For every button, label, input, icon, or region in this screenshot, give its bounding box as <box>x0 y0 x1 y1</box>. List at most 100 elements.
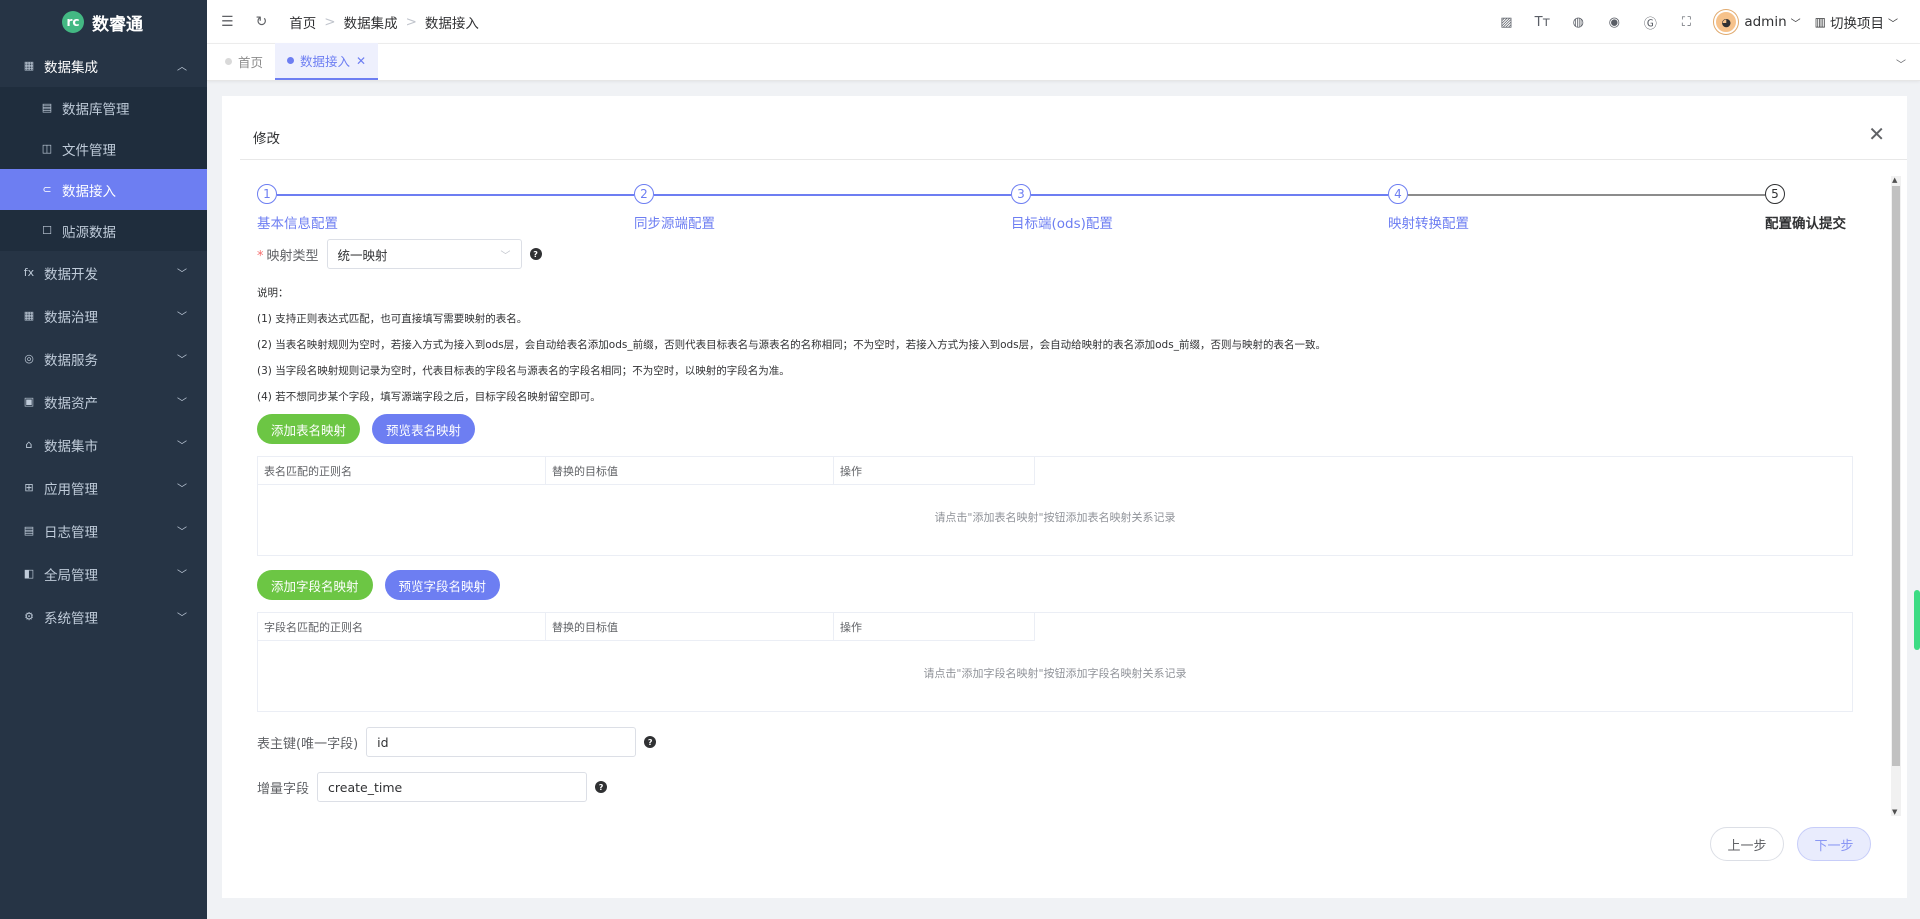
sidebar-group-app-management[interactable]: ⊞ 应用管理 ﹀ <box>0 466 207 509</box>
app-logo[interactable]: rc 数睿通 <box>0 0 207 44</box>
page-scroll-indicator[interactable] <box>1914 590 1920 650</box>
tab-dot <box>287 57 295 64</box>
empty-text: 请点击"添加字段名映射"按钮添加字段名映射关系记录 <box>923 667 1187 680</box>
edit-dialog: 修改 ✕ 1 基本信息配置 2 同步源端配置 3 目标端(ods)配置 4 映射… <box>222 96 1907 898</box>
avatar: ◕ <box>1714 10 1739 34</box>
sidebar-group-data-integration[interactable]: ▦ 数据集成 ︿ <box>0 44 207 87</box>
breadcrumb-home[interactable]: 首页 <box>289 12 316 32</box>
table-header: 字段名匹配的正则名 替换的目标值 操作 <box>258 613 1035 641</box>
step-5[interactable]: 5 配置确认提交 <box>1765 184 1846 232</box>
sidebar-item-database-management[interactable]: ▤ 数据库管理 <box>0 87 207 128</box>
gitee-icon[interactable]: Ⓖ <box>1632 13 1668 32</box>
dialog-title: 修改 <box>253 131 280 147</box>
database-icon: ▤ <box>41 101 53 114</box>
primary-key-row: 表主键(唯一字段) id ? <box>257 726 1887 758</box>
font-size-icon[interactable]: Tт <box>1524 15 1560 30</box>
divider <box>240 159 1907 160</box>
incremental-field-input[interactable]: create_time <box>317 772 588 802</box>
file-icon: ◫ <box>41 142 53 155</box>
chevron-right-icon: > <box>405 13 417 30</box>
github-icon[interactable]: ◉ <box>1596 15 1632 30</box>
step-line <box>1408 194 1765 196</box>
prev-step-button[interactable]: 上一步 <box>1710 827 1784 861</box>
project-label: 切换项目 <box>1830 16 1884 32</box>
sidebar-group-system-management[interactable]: ⚙ 系统管理 ﹀ <box>0 595 207 638</box>
close-icon[interactable]: ✕ <box>356 54 366 68</box>
chevron-down-icon: ﹀ <box>177 398 187 409</box>
primary-key-label: 表主键(唯一字段) <box>257 736 359 752</box>
field-mapping-actions: 添加字段名映射 预览字段名映射 <box>257 570 1887 600</box>
grid-icon: ▦ <box>23 59 35 72</box>
sidebar-group-data-development[interactable]: fx 数据开发 ﹀ <box>0 251 207 294</box>
primary-key-input[interactable]: id <box>366 727 637 757</box>
service-icon: ◎ <box>24 352 34 365</box>
sidebar: rc 数睿通 ▦ 数据集成 ︿ ▤ 数据库管理 ◫ 文件管理 ⊂ 数据接入 ☐ … <box>0 0 207 919</box>
log-icon: ▤ <box>23 524 35 537</box>
preview-table-mapping-button[interactable]: 预览表名映射 <box>372 414 476 444</box>
step-1[interactable]: 1 基本信息配置 <box>257 184 338 232</box>
language-icon[interactable]: ◍ <box>1560 15 1596 30</box>
step-2[interactable]: 2 同步源端配置 <box>634 184 715 232</box>
apps-icon: ⊞ <box>24 481 34 494</box>
link-icon: ⊂ <box>42 183 52 196</box>
chevron-down-icon: ﹀ <box>177 269 187 280</box>
step-line <box>1031 194 1388 196</box>
sidebar-group-global-management[interactable]: ◧ 全局管理 ﹀ <box>0 552 207 595</box>
close-icon[interactable]: ✕ <box>1868 122 1885 146</box>
scrollbar-thumb[interactable] <box>1892 186 1900 766</box>
sidebar-item-data-access[interactable]: ⊂ 数据接入 <box>0 169 207 210</box>
breadcrumb-integration[interactable]: 数据集成 <box>344 12 398 32</box>
tab-data-access[interactable]: 数据接入 ✕ <box>275 43 379 80</box>
chevron-down-icon: ﹀ <box>177 527 187 538</box>
sidebar-item-file-management[interactable]: ◫ 文件管理 <box>0 128 207 169</box>
table-icon: ▦ <box>23 309 35 322</box>
table-header: 表名匹配的正则名 替换的目标值 操作 <box>258 457 1035 485</box>
scrollbar[interactable]: ▲ ▼ <box>1891 176 1901 816</box>
sidebar-group-data-governance[interactable]: ▦ 数据治理 ﹀ <box>0 294 207 337</box>
image-icon[interactable]: ▨ <box>1488 15 1524 30</box>
tab-dot <box>225 58 232 65</box>
user-name: admin <box>1744 14 1787 30</box>
question-icon[interactable]: ? <box>644 736 657 748</box>
app-name: 数睿通 <box>92 14 143 35</box>
settings-icon: ⚙ <box>24 610 34 623</box>
building-icon: ▥ <box>1814 15 1826 29</box>
tags-view: 首页 数据接入 ✕ ﹀ <box>207 43 1920 81</box>
menu-fold-icon[interactable]: ☰ <box>221 14 234 30</box>
steps: 1 基本信息配置 2 同步源端配置 3 目标端(ods)配置 4 映射转换配置 … <box>257 176 1857 238</box>
sidebar-group-data-assets[interactable]: ▣ 数据资产 ﹀ <box>0 380 207 423</box>
breadcrumb: 首页 > 数据集成 > 数据接入 <box>289 12 479 32</box>
project-switcher[interactable]: ▥ 切换项目 ﹀ <box>1815 12 1898 32</box>
chevron-down-icon[interactable]: ﹀ <box>1896 56 1906 71</box>
sidebar-item-source-data[interactable]: ☐ 贴源数据 <box>0 210 207 251</box>
sidebar-group-data-market[interactable]: ⌂ 数据集市 ﹀ <box>0 423 207 466</box>
preview-field-mapping-button[interactable]: 预览字段名映射 <box>384 570 501 600</box>
step-4[interactable]: 4 映射转换配置 <box>1388 184 1469 232</box>
mapping-type-row: * 映射类型 统一映射 ﹀ ? <box>257 238 1887 270</box>
add-table-mapping-button[interactable]: 添加表名映射 <box>257 414 361 444</box>
mapping-type-label: * 映射类型 <box>257 248 319 264</box>
sidebar-group-data-service[interactable]: ◎ 数据服务 ﹀ <box>0 337 207 380</box>
question-icon[interactable]: ? <box>529 248 542 260</box>
header-actions: ▨ Tт ◍ ◉ Ⓖ ⛶ ◕ admin ﹀ ▥ 切换项目 ﹀ <box>1488 0 1920 44</box>
market-icon: ⌂ <box>25 438 33 451</box>
incremental-field-label: 增量字段 <box>257 781 310 797</box>
mapping-type-select[interactable]: 统一映射 ﹀ <box>326 239 522 269</box>
table-mapping-table: 表名匹配的正则名 替换的目标值 操作 请点击"添加表名映射"按钮添加表名映射关系… <box>257 456 1853 556</box>
user-menu[interactable]: ◕ admin ﹀ <box>1714 10 1801 34</box>
fullscreen-icon[interactable]: ⛶ <box>1668 15 1704 30</box>
step-line <box>654 194 1011 196</box>
step-3[interactable]: 3 目标端(ods)配置 <box>1011 184 1113 232</box>
fx-icon: fx <box>23 266 35 279</box>
chevron-down-icon: ﹀ <box>177 312 187 323</box>
field-mapping-table: 字段名匹配的正则名 替换的目标值 操作 请点击"添加字段名映射"按钮添加字段名映… <box>257 612 1853 712</box>
sidebar-group-log-management[interactable]: ▤ 日志管理 ﹀ <box>0 509 207 552</box>
question-icon[interactable]: ? <box>595 781 608 793</box>
chevron-down-icon: ﹀ <box>177 613 187 624</box>
tab-home[interactable]: 首页 <box>213 43 275 80</box>
refresh-icon[interactable]: ↻ <box>256 14 268 30</box>
scroll-down-icon[interactable]: ▼ <box>1892 808 1897 816</box>
add-field-mapping-button[interactable]: 添加字段名映射 <box>257 570 373 600</box>
next-step-button[interactable]: 下一步 <box>1797 827 1871 861</box>
scroll-up-icon[interactable]: ▲ <box>1892 176 1897 184</box>
